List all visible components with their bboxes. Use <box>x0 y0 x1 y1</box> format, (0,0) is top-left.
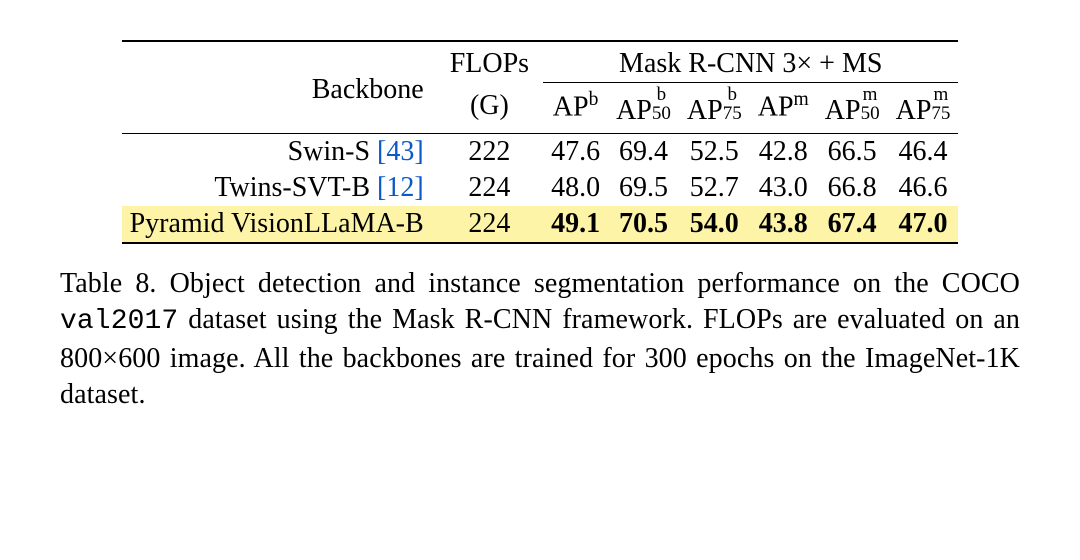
cell-backbone: Twins-SVT-B [12] <box>122 170 440 206</box>
cell-apm50: 67.4 <box>817 206 888 243</box>
cell-flops: 224 <box>440 206 543 243</box>
cell-flops: 224 <box>440 170 543 206</box>
col-apb50: APb50 <box>608 83 679 134</box>
table-wrapper: Backbone FLOPs Mask R-CNN 3× + MS (G) AP… <box>60 40 1020 244</box>
cell-apb: 49.1 <box>543 206 608 243</box>
col-apm: APm <box>750 83 817 134</box>
citation-link[interactable]: [12] <box>377 172 424 203</box>
table-row: Twins-SVT-B [12] 224 48.0 69.5 52.7 43.0… <box>122 170 959 206</box>
results-table: Backbone FLOPs Mask R-CNN 3× + MS (G) AP… <box>122 40 959 244</box>
cell-apb: 47.6 <box>543 134 608 171</box>
cell-flops: 222 <box>440 134 543 171</box>
cell-apb50: 70.5 <box>608 206 679 243</box>
cell-apm: 43.8 <box>750 206 817 243</box>
col-apb75: APb75 <box>679 83 750 134</box>
cell-apm50: 66.5 <box>817 134 888 171</box>
cell-apm75: 46.4 <box>888 134 959 171</box>
cell-apb75: 54.0 <box>679 206 750 243</box>
col-apb: APb <box>543 83 608 134</box>
cell-backbone: Pyramid VisionLLaMA-B <box>122 206 440 243</box>
cell-apm75: 47.0 <box>888 206 959 243</box>
table-row: Swin-S [43] 222 47.6 69.4 52.5 42.8 66.5… <box>122 134 959 171</box>
col-flops-line2: (G) <box>440 83 543 134</box>
citation-link[interactable]: [43] <box>377 136 424 167</box>
table-row-highlighted: Pyramid VisionLLaMA-B 224 49.1 70.5 54.0… <box>122 206 959 243</box>
cell-apm50: 66.8 <box>817 170 888 206</box>
cell-apm: 43.0 <box>750 170 817 206</box>
cell-apb50: 69.4 <box>608 134 679 171</box>
cell-apb75: 52.5 <box>679 134 750 171</box>
col-apm75: APm75 <box>888 83 959 134</box>
col-backbone: Backbone <box>122 41 440 134</box>
cell-apb: 48.0 <box>543 170 608 206</box>
cell-apb50: 69.5 <box>608 170 679 206</box>
cell-apm75: 46.6 <box>888 170 959 206</box>
cell-backbone: Swin-S [43] <box>122 134 440 171</box>
table-caption: Table 8. Object detection and instance s… <box>60 266 1020 414</box>
col-flops-line1: FLOPs <box>440 41 543 83</box>
cell-apm: 42.8 <box>750 134 817 171</box>
cell-apb75: 52.7 <box>679 170 750 206</box>
col-group-maskrcnn: Mask R-CNN 3× + MS <box>543 41 958 83</box>
code-text: val2017 <box>60 306 178 337</box>
col-apm50: APm50 <box>817 83 888 134</box>
